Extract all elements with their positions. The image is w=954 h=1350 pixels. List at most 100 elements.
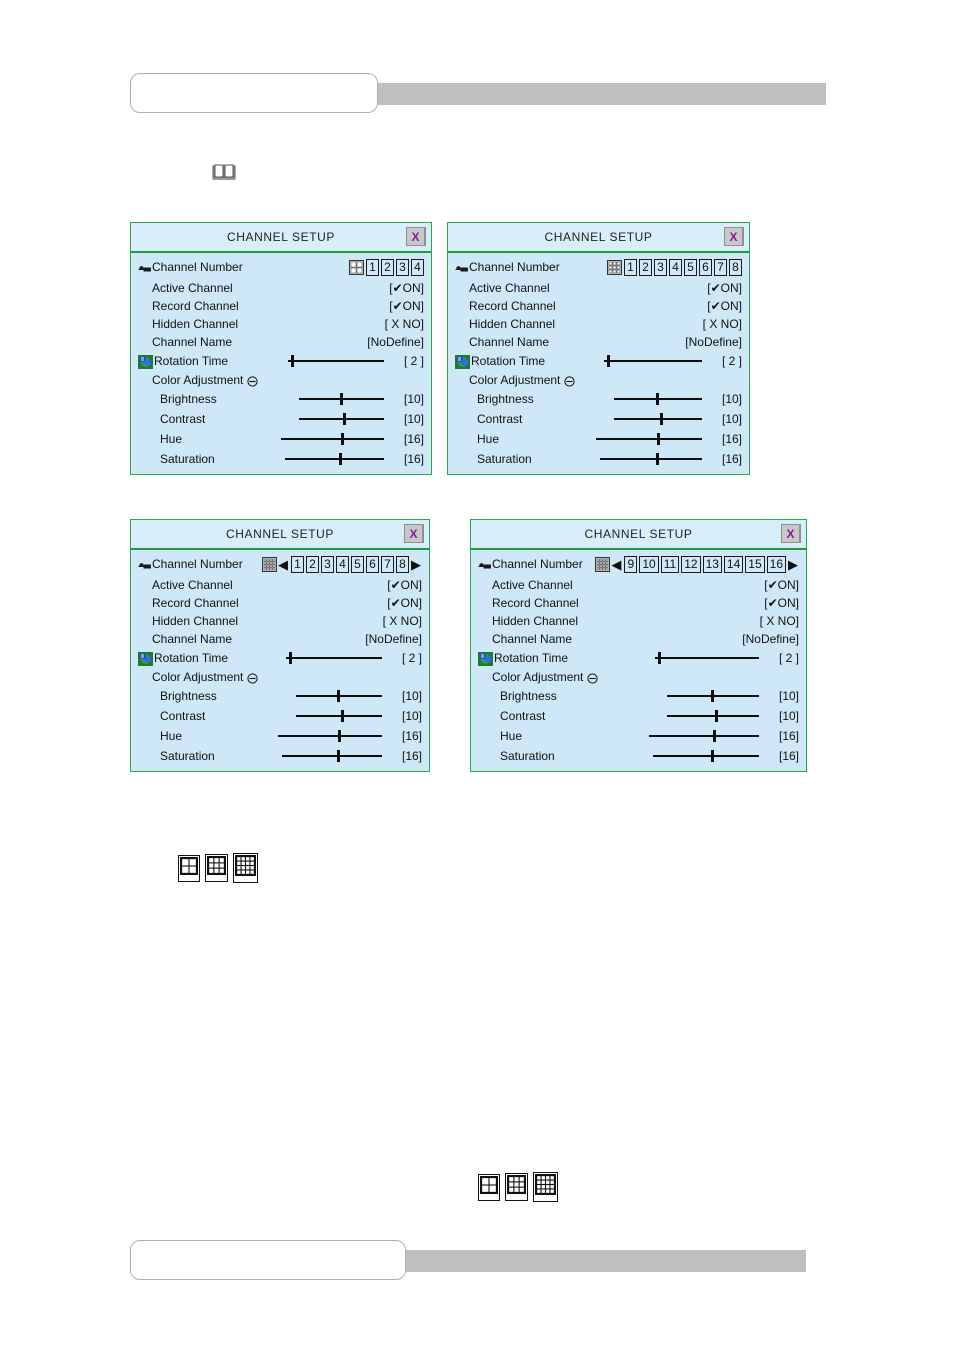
- channel-setup-dialog-8ch-paged[interactable]: CHANNEL SETUP X Channel Number ◀ 1 2 3 4 5 6 7 8 ▶ Ac…: [130, 519, 430, 772]
- row-channel_name: Channel Name [NoDefine]: [455, 333, 742, 351]
- grid-2x2-icon[interactable]: [349, 259, 364, 275]
- slider-contrast[interactable]: [296, 710, 382, 722]
- slider-knob-brightness[interactable]: [656, 393, 660, 405]
- slider-saturation[interactable]: [282, 750, 382, 762]
- channel-setup-dialog-8ch[interactable]: CHANNEL SETUP X Channel Number 1 2 3 4 5 6 7 8 Acti…: [447, 222, 750, 475]
- grid-2x2-icon[interactable]: [478, 1173, 500, 1201]
- slider-knob-rotation-time[interactable]: [288, 652, 292, 664]
- pointer-icon: [455, 264, 468, 273]
- slider-rotation-time[interactable]: [655, 652, 759, 664]
- channel-number-button-3[interactable]: 3: [321, 555, 334, 573]
- slider-hue[interactable]: [281, 433, 384, 445]
- collapse-icon[interactable]: [247, 671, 258, 684]
- channel-number-button-5[interactable]: 5: [351, 555, 364, 573]
- slider-contrast[interactable]: [614, 413, 702, 425]
- channel-number-button-6[interactable]: 6: [699, 258, 712, 276]
- slider-knob-saturation[interactable]: [711, 750, 715, 762]
- channel-number-button-9[interactable]: 9: [624, 555, 638, 573]
- grid-4x4-icon[interactable]: [233, 853, 258, 883]
- channel-number-button-2[interactable]: 2: [639, 258, 652, 276]
- slider-knob-contrast[interactable]: [659, 413, 663, 425]
- channel-number-button-3[interactable]: 3: [396, 258, 409, 276]
- slider-brightness[interactable]: [299, 393, 384, 405]
- channel-number-button-7[interactable]: 7: [381, 555, 394, 573]
- slider-knob-saturation[interactable]: [339, 453, 343, 465]
- prev-channel-arrow[interactable]: ◀: [611, 558, 621, 571]
- prev-channel-arrow[interactable]: ◀: [278, 558, 288, 571]
- channel-number-button-15[interactable]: 15: [745, 555, 765, 573]
- channel-number-button-2[interactable]: 2: [381, 258, 394, 276]
- channel-number-button-10[interactable]: 10: [639, 555, 659, 573]
- slider-brightness[interactable]: [667, 690, 759, 702]
- channel-number-button-8[interactable]: 8: [729, 258, 742, 276]
- channel-number-button-11[interactable]: 11: [660, 555, 680, 573]
- channel-number-button-5[interactable]: 5: [684, 258, 697, 276]
- slider-knob-rotation-time[interactable]: [606, 355, 610, 367]
- channel-number-button-14[interactable]: 14: [723, 555, 744, 573]
- channel-number-button-4[interactable]: 4: [669, 258, 682, 276]
- collapse-icon[interactable]: [247, 374, 258, 387]
- slider-knob-contrast[interactable]: [340, 710, 344, 722]
- grid-4x4-icon[interactable]: [262, 556, 277, 572]
- grid-4x4-icon[interactable]: [595, 556, 611, 572]
- channel-number-button-2[interactable]: 2: [306, 555, 319, 573]
- channel-number-button-8[interactable]: 8: [396, 555, 409, 573]
- collapse-icon[interactable]: [564, 374, 575, 387]
- channel-number-button-4[interactable]: 4: [411, 258, 424, 276]
- slider-knob-rotation-time[interactable]: [290, 355, 294, 367]
- channel-number-button-6[interactable]: 6: [366, 555, 379, 573]
- channel-number-button-1[interactable]: 1: [624, 258, 637, 276]
- channel-number-button-16[interactable]: 16: [766, 555, 786, 573]
- channel-number-button-13[interactable]: 13: [702, 555, 722, 573]
- close-button[interactable]: X: [404, 524, 424, 543]
- slider-knob-hue[interactable]: [657, 433, 661, 445]
- slider-rotation-time[interactable]: [604, 355, 702, 367]
- close-button[interactable]: X: [724, 227, 744, 246]
- close-button[interactable]: X: [781, 524, 801, 543]
- slider-saturation[interactable]: [600, 453, 702, 465]
- slider-knob-contrast[interactable]: [714, 710, 718, 722]
- channel-number-button-1[interactable]: 1: [291, 555, 304, 573]
- slider-saturation[interactable]: [285, 453, 384, 465]
- slider-row-contrast: Contrast [10]: [478, 706, 799, 726]
- slider-hue[interactable]: [649, 730, 759, 742]
- grid-3x3-icon[interactable]: [607, 259, 622, 275]
- channel-setup-dialog-16ch[interactable]: CHANNEL SETUP X Channel Number ◀ 9 10 11 12 13 14…: [470, 519, 807, 772]
- close-button[interactable]: X: [406, 227, 426, 246]
- channel-number-button-3[interactable]: 3: [654, 258, 667, 276]
- slider-label-saturation: Saturation: [500, 749, 555, 763]
- slider-knob-hue[interactable]: [338, 730, 342, 742]
- pointer-icon: [138, 561, 151, 570]
- channel-setup-dialog-4ch[interactable]: CHANNEL SETUP X Channel Number 1 2 3 4 Active C…: [130, 222, 432, 475]
- slider-row-saturation: Saturation [16]: [138, 449, 424, 469]
- slider-knob-brightness[interactable]: [339, 393, 343, 405]
- grid-2x2-icon[interactable]: [178, 854, 200, 882]
- slider-knob-hue[interactable]: [340, 433, 344, 445]
- slider-knob-brightness[interactable]: [337, 690, 341, 702]
- slider-knob-rotation-time[interactable]: [658, 652, 662, 664]
- slider-contrast[interactable]: [667, 710, 759, 722]
- slider-knob-saturation[interactable]: [337, 750, 340, 762]
- channel-number-button-4[interactable]: 4: [336, 555, 349, 573]
- next-channel-arrow[interactable]: ▶: [788, 558, 798, 571]
- channel-number-button-12[interactable]: 12: [681, 555, 701, 573]
- channel-number-button-1[interactable]: 1: [366, 258, 379, 276]
- slider-hue[interactable]: [278, 730, 382, 742]
- slider-knob-contrast[interactable]: [343, 413, 347, 425]
- slider-hue[interactable]: [596, 433, 702, 445]
- next-channel-arrow[interactable]: ▶: [411, 558, 421, 571]
- slider-knob-brightness[interactable]: [711, 690, 715, 702]
- slider-knob-saturation[interactable]: [656, 453, 660, 465]
- channel-number-button-7[interactable]: 7: [714, 258, 727, 276]
- grid-4x4-icon[interactable]: [533, 1172, 558, 1202]
- slider-brightness[interactable]: [614, 393, 702, 405]
- slider-rotation-time[interactable]: [286, 652, 382, 664]
- slider-saturation[interactable]: [653, 750, 759, 762]
- slider-brightness[interactable]: [296, 690, 382, 702]
- grid-3x3-icon[interactable]: [205, 854, 228, 882]
- slider-contrast[interactable]: [299, 413, 384, 425]
- slider-knob-hue[interactable]: [712, 730, 716, 742]
- slider-rotation-time[interactable]: [288, 355, 384, 367]
- grid-3x3-icon[interactable]: [505, 1173, 528, 1201]
- collapse-icon[interactable]: [587, 671, 598, 684]
